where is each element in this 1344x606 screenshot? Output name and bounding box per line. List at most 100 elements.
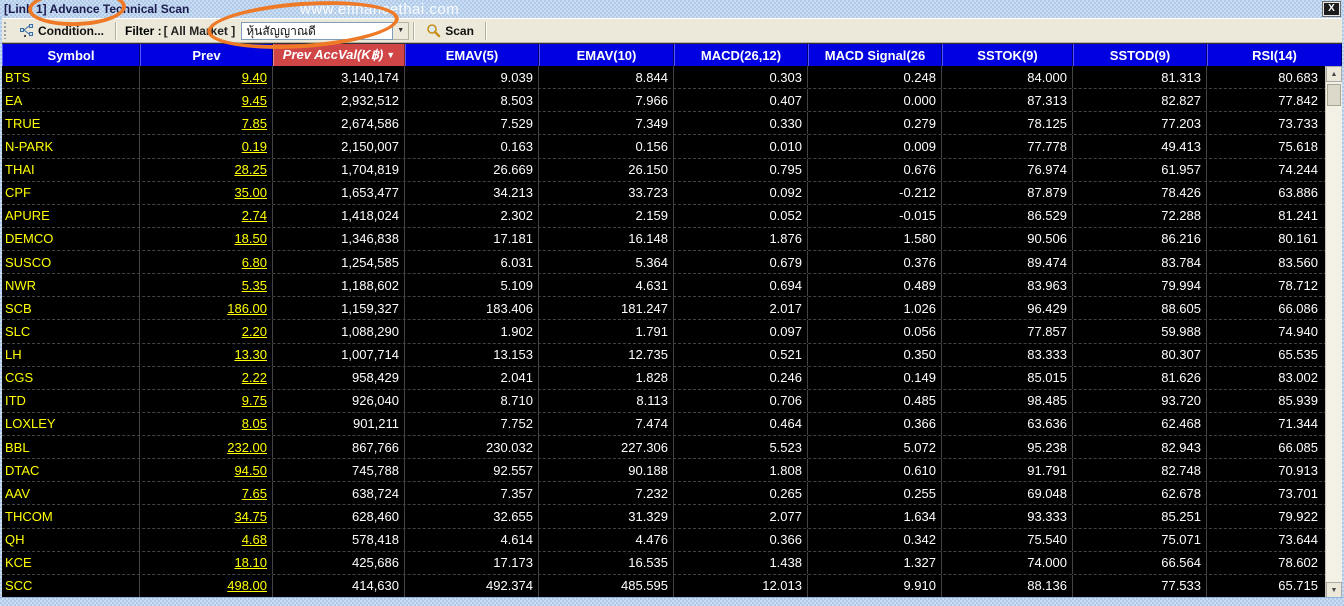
column-header-symbol[interactable]: Symbol [2,44,140,66]
prev-price-link[interactable]: 2.74 [242,208,267,223]
scan-preset-value[interactable]: หุ้นสัญญาณดี [241,21,394,40]
column-header-label: MACD Signal(26 [824,47,926,63]
column-header-prev-accval-k[interactable]: Prev AccVal(K฿) ▼ [273,44,405,66]
prev-price-cell: 186.00 [140,297,273,320]
value-cell: 0.265 [674,482,808,505]
column-header-emav-10[interactable]: EMAV(10) [539,44,674,66]
value-cell: 74.000 [942,551,1073,574]
column-header-sstok-9[interactable]: SSTOK(9) [942,44,1073,66]
prev-price-link[interactable]: 232.00 [227,440,267,455]
prev-price-link[interactable]: 498.00 [227,578,267,593]
value-cell: 62.678 [1073,482,1207,505]
prev-price-link[interactable]: 5.35 [242,278,267,293]
table-row: EA 9.45 2,932,512 8.503 7.966 0.407 0.000 87.31… [2,89,1342,113]
table-row: CPF 35.00 1,653,477 34.213 33.723 0.092 -0.212… [2,181,1342,205]
prev-price-cell: 6.80 [140,251,273,274]
scan-button[interactable]: Scan [419,20,481,41]
prev-price-link[interactable]: 4.68 [242,532,267,547]
chevron-down-icon[interactable]: ▼ [393,21,410,40]
value-cell: 93.333 [942,505,1073,528]
value-cell: 0.521 [674,343,808,366]
prev-price-link[interactable]: 0.19 [242,139,267,154]
value-cell: 0.163 [405,135,539,158]
column-header-sstod-9[interactable]: SSTOD(9) [1073,44,1207,66]
value-cell: 26.150 [539,158,674,181]
value-cell: 78.602 [1278,555,1318,571]
prev-price-link[interactable]: 18.10 [234,555,267,570]
value-cell: 901,211 [273,412,405,435]
value-cell: 80.683 [1278,69,1318,85]
scroll-down-button[interactable]: ▼ [1326,582,1342,598]
prev-price-link[interactable]: 9.45 [242,93,267,108]
value-cell: 0.248 [808,66,942,89]
column-header-prev[interactable]: Prev [140,44,273,66]
prev-price-cell: 2.74 [140,204,273,227]
value-cell: 87.313 [942,89,1073,112]
value-cell: 12.013 [674,574,808,597]
value-cell: 1.902 [405,320,539,343]
value-cell: 83.963 [942,274,1073,297]
prev-price-link[interactable]: 2.22 [242,370,267,385]
value-cell: 9.039 [405,66,539,89]
value-cell: 81.313 [1073,66,1207,89]
table-row: TRUE 7.85 2,674,586 7.529 7.349 0.330 0.279 78.… [2,112,1342,136]
condition-button[interactable]: Condition... [12,20,111,41]
value-cell: 1,346,838 [273,227,405,250]
table-row: APURE 2.74 1,418,024 2.302 2.159 0.052 -0.015 8… [2,204,1342,228]
value-cell: 17.173 [405,551,539,574]
value-cell: 84.000 [942,66,1073,89]
value-cell: 4.476 [539,528,674,551]
symbol-cell: NWR [2,274,140,297]
symbol-cell: LOXLEY [2,412,140,435]
value-cell: 82.943 [1073,436,1207,459]
value-cell: 7.752 [405,412,539,435]
value-cell: 59.988 [1073,320,1207,343]
prev-price-cell: 8.05 [140,412,273,435]
toolbar-grip-handle[interactable] [3,22,8,39]
column-header-macd-signal-26[interactable]: MACD Signal(26 [808,44,942,66]
prev-price-cell: 5.35 [140,274,273,297]
table-row: SUSCO 6.80 1,254,585 6.031 5.364 0.679 0.376 89… [2,251,1342,275]
table-row: DTAC 94.50 745,788 92.557 90.188 1.808 0.610 91… [2,459,1342,483]
value-cell: 17.181 [405,227,539,250]
value-cell: 12.735 [539,343,674,366]
prev-price-link[interactable]: 9.40 [242,70,267,85]
value-cell: 89.474 [942,251,1073,274]
toolbar: Condition... Filter : [ All Market ] หุ้… [0,18,1344,43]
value-cell: 66.086 [1278,300,1318,316]
scrollbar-thumb[interactable] [1327,84,1341,106]
symbol-cell: CGS [2,366,140,389]
prev-price-link[interactable]: 6.80 [242,255,267,270]
column-header-label: EMAV(5) [445,47,499,63]
prev-price-link[interactable]: 2.20 [242,324,267,339]
prev-price-link[interactable]: 13.30 [234,347,267,362]
prev-price-link[interactable]: 7.85 [242,116,267,131]
value-cell: 74.940 [1278,323,1318,339]
prev-price-link[interactable]: 8.05 [242,416,267,431]
prev-price-cell: 9.40 [140,66,273,89]
prev-price-link[interactable]: 28.25 [234,162,267,177]
value-cell: 86.529 [942,204,1073,227]
prev-price-link[interactable]: 9.75 [242,393,267,408]
window-title: [Link 1] Advance Technical Scan [4,2,190,16]
prev-price-link[interactable]: 34.75 [234,509,267,524]
close-button[interactable]: X [1322,1,1341,17]
value-cell: 2.302 [405,204,539,227]
scan-preset-dropdown[interactable]: หุ้นสัญญาณดี ▼ [241,21,410,40]
prev-price-link[interactable]: 7.65 [242,486,267,501]
prev-price-link[interactable]: 18.50 [234,231,267,246]
value-cell: 926,040 [273,389,405,412]
column-header-macd-26-12[interactable]: MACD(26,12) [674,44,808,66]
prev-price-link[interactable]: 35.00 [234,185,267,200]
column-header-rsi-14[interactable]: RSI(14) [1207,44,1342,66]
prev-price-link[interactable]: 186.00 [227,301,267,316]
value-cell: 26.669 [405,158,539,181]
value-cell: 96.429 [942,297,1073,320]
prev-price-link[interactable]: 94.50 [234,463,267,478]
scroll-up-button[interactable]: ▲ [1326,66,1342,82]
value-cell: 0.679 [674,251,808,274]
column-header-emav-5[interactable]: EMAV(5) [405,44,539,66]
scroll-down-icon: ▼ [1330,586,1338,594]
value-cell: 85.015 [942,366,1073,389]
vertical-scrollbar[interactable]: ▲ ▼ [1325,66,1342,598]
